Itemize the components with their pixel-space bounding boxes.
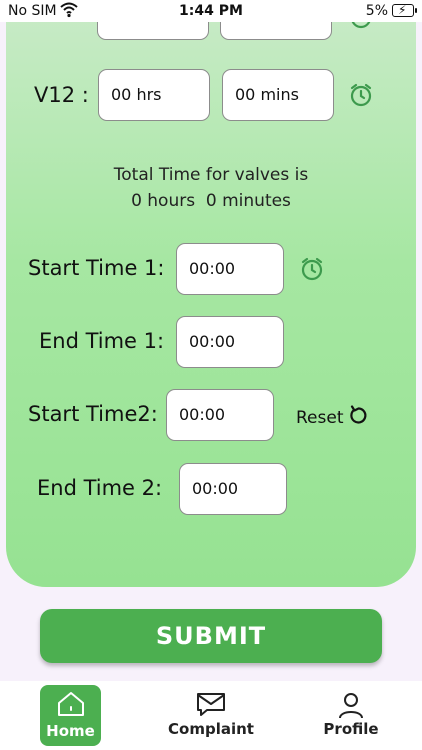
start-time-1-label: Start Time 1: <box>28 256 165 280</box>
status-time: 1:44 PM <box>179 3 243 19</box>
nav-complaint[interactable]: Complaint <box>166 685 256 746</box>
end-time-2-input[interactable]: 00:00 <box>179 463 287 515</box>
submit-button[interactable]: SUBMIT <box>40 609 382 663</box>
end-time-1-label: End Time 1: <box>39 329 165 353</box>
v12-alarm-icon[interactable] <box>348 82 374 108</box>
start-time-1-alarm-icon[interactable] <box>299 256 325 282</box>
bottom-nav: Home Complaint Profile <box>0 681 422 750</box>
total-time-heading: Total Time for valves is <box>113 165 309 185</box>
nav-profile[interactable]: Profile <box>306 685 396 746</box>
nav-complaint-label: Complaint <box>168 720 254 738</box>
end-time-2-label: End Time 2: <box>37 476 163 500</box>
home-icon <box>56 691 86 721</box>
reset-button[interactable]: Reset <box>296 405 368 430</box>
nav-home-label: Home <box>46 722 95 740</box>
reset-icon <box>348 405 368 430</box>
v12-hours-input[interactable]: 00 hrs <box>98 69 210 121</box>
battery-percent: 5% <box>365 3 388 19</box>
total-time-value: 0 hours 0 minutes <box>131 191 291 211</box>
start-time-2-input[interactable]: 00:00 <box>166 389 274 441</box>
complaint-icon <box>195 691 227 721</box>
valve-v12-label: V12 : <box>34 83 89 107</box>
start-time-2-label: Start Time2: <box>28 402 158 426</box>
profile-icon <box>337 691 365 723</box>
nav-home[interactable]: Home <box>40 685 101 746</box>
nav-profile-label: Profile <box>323 720 379 738</box>
reset-label: Reset <box>296 407 344 428</box>
end-time-1-input[interactable]: 00:00 <box>176 316 284 368</box>
status-bar: No SIM 1:44 PM 5% ⚡ <box>0 0 422 22</box>
start-time-1-input[interactable]: 00:00 <box>176 243 284 295</box>
battery-icon: ⚡ <box>392 3 417 17</box>
v12-minutes-input[interactable]: 00 mins <box>222 69 334 121</box>
